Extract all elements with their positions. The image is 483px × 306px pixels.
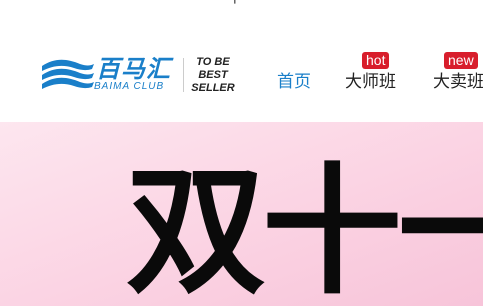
slogan-line: SELLER	[191, 82, 235, 94]
site-header: 年 百马汇 BAIMA CLUB TO BE BEST SELLER 首页 ho…	[0, 0, 483, 122]
wave-logo-icon	[42, 59, 94, 89]
slogan-line: TO BE	[196, 56, 230, 68]
banner-title: 双十一	[126, 151, 483, 306]
logo-english-name: BAIMA CLUB	[94, 81, 165, 92]
nav-item-seller-class[interactable]: 大卖班	[433, 72, 483, 92]
nav-item-master-class[interactable]: 大师班	[345, 72, 396, 92]
top-cut-off-text: 年	[226, 0, 242, 5]
logo-chinese-name: 百马汇	[96, 55, 171, 83]
logo-divider	[183, 58, 184, 92]
nav-item-home[interactable]: 首页	[277, 72, 311, 92]
logo-slogan: TO BE BEST SELLER	[186, 56, 240, 95]
promo-banner[interactable]: 双十一	[0, 122, 483, 306]
new-badge: new	[444, 52, 478, 69]
slogan-line: BEST	[198, 69, 228, 81]
hot-badge: hot	[362, 52, 390, 69]
baima-club-logo[interactable]: 百马汇 BAIMA CLUB TO BE BEST SELLER	[40, 56, 240, 96]
